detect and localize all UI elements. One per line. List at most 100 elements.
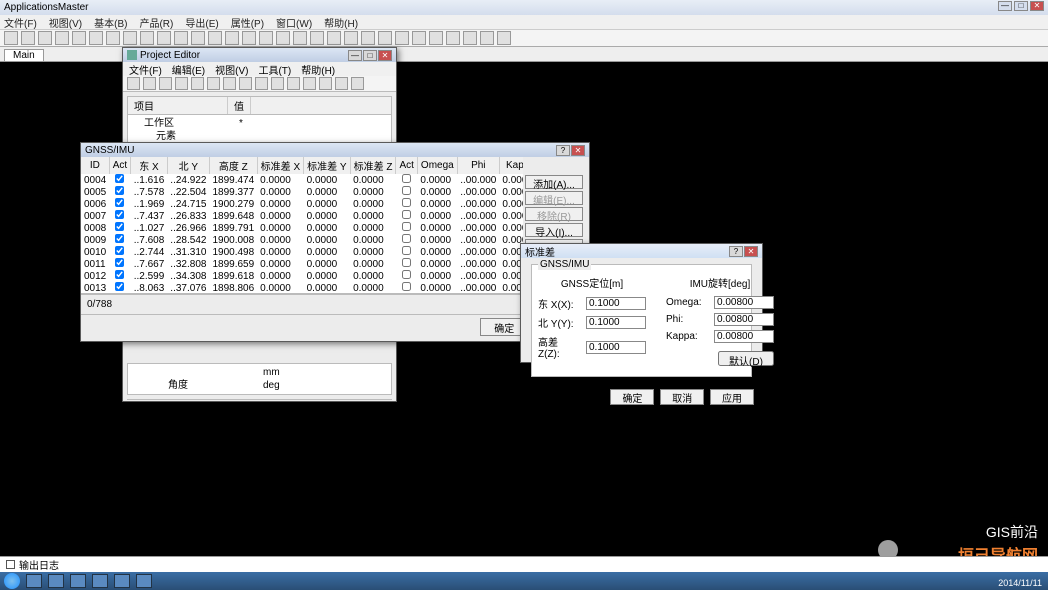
maximize-button[interactable]: □: [1014, 1, 1028, 11]
sd-default-button[interactable]: 默认(D): [718, 351, 774, 366]
pe-tb-icon[interactable]: [255, 77, 268, 90]
pe-menu-view[interactable]: 视图(V): [215, 62, 248, 77]
gnss-act-checkbox[interactable]: [115, 270, 124, 279]
pe-tb-icon[interactable]: [127, 77, 140, 90]
tb-icon[interactable]: [72, 31, 86, 45]
tb-icon[interactable]: [446, 31, 460, 45]
gnss-act-checkbox[interactable]: [115, 198, 124, 207]
tb-icon[interactable]: [259, 31, 273, 45]
menu-window[interactable]: 窗口(W): [276, 15, 312, 30]
minimize-button[interactable]: —: [998, 1, 1012, 11]
pe-menu-file[interactable]: 文件(F): [129, 62, 162, 77]
gnss-act-checkbox[interactable]: [402, 198, 411, 207]
gnss-row[interactable]: 0009..7.608..28.5421900.0080.00000.00000…: [81, 234, 523, 246]
gnss-add-button[interactable]: 添加(A)...: [525, 175, 583, 189]
tb-icon[interactable]: [174, 31, 188, 45]
sd-input-ph[interactable]: [714, 313, 774, 326]
tb-icon[interactable]: [140, 31, 154, 45]
gnss-col-header[interactable]: 东 X: [131, 157, 168, 174]
pe-menu-help[interactable]: 帮助(H): [301, 62, 335, 77]
gnss-act-checkbox[interactable]: [402, 270, 411, 279]
sd-cancel-button[interactable]: 取消: [660, 389, 704, 405]
gnss-row[interactable]: 0004..1.616..24.9221899.4740.00000.00000…: [81, 174, 523, 186]
menu-help[interactable]: 帮助(H): [324, 15, 358, 30]
gnss-row[interactable]: 0005..7.578..22.5041899.3770.00000.00000…: [81, 186, 523, 198]
gnss-col-header[interactable]: 高度 Z: [209, 157, 257, 174]
gnss-act-checkbox[interactable]: [402, 174, 411, 183]
gnss-col-header[interactable]: 标准差 Z: [350, 157, 396, 174]
pe-tb-icon[interactable]: [175, 77, 188, 90]
tb-icon[interactable]: [21, 31, 35, 45]
gnss-act-checkbox[interactable]: [115, 282, 124, 291]
pe-titlebar[interactable]: Project Editor — □ ✕: [123, 48, 396, 62]
main-menubar[interactable]: 文件(F) 视图(V) 基本(B) 产品(R) 导出(E) 属性(P) 窗口(W…: [0, 15, 1048, 29]
sd-apply-button[interactable]: 应用: [710, 389, 754, 405]
pe-tb-icon[interactable]: [271, 77, 284, 90]
pe-menubar[interactable]: 文件(F) 编辑(E) 视图(V) 工具(T) 帮助(H): [123, 62, 396, 76]
sd-input-ex[interactable]: [586, 297, 646, 310]
gnss-act-checkbox[interactable]: [115, 246, 124, 255]
gnss-col-header[interactable]: Omega: [417, 157, 457, 174]
gnss-act-checkbox[interactable]: [402, 234, 411, 243]
gnss-col-header[interactable]: Phi: [457, 157, 499, 174]
gnss-col-header[interactable]: 标准差 Y: [304, 157, 350, 174]
gnss-col-header[interactable]: Act: [109, 157, 130, 174]
tb-icon[interactable]: [327, 31, 341, 45]
tb-icon[interactable]: [480, 31, 494, 45]
tb-icon[interactable]: [55, 31, 69, 45]
tb-icon[interactable]: [344, 31, 358, 45]
close-button[interactable]: ✕: [1030, 1, 1044, 11]
gnss-data-table[interactable]: IDAct东 X北 Y高度 Z标准差 X标准差 Y标准差 ZActOmegaPh…: [81, 157, 523, 294]
gnss-col-header[interactable]: Kappa: [499, 157, 523, 174]
tb-icon[interactable]: [225, 31, 239, 45]
pe-tb-icon[interactable]: [351, 77, 364, 90]
gnss-col-header[interactable]: ID: [81, 157, 109, 174]
tb-icon[interactable]: [157, 31, 171, 45]
sd-input-hz[interactable]: [586, 341, 646, 354]
gnss-col-header[interactable]: Act: [396, 157, 417, 174]
pe-tb-icon[interactable]: [239, 77, 252, 90]
gnss-col-header[interactable]: 标准差 X: [257, 157, 303, 174]
menu-export[interactable]: 导出(E): [185, 15, 218, 30]
tb-icon[interactable]: [208, 31, 222, 45]
gnss-act-checkbox[interactable]: [115, 234, 124, 243]
sd-titlebar[interactable]: 标准差 ? ✕: [521, 244, 762, 258]
gnss-act-checkbox[interactable]: [402, 222, 411, 231]
gnss-row[interactable]: 0008..1.027..26.9661899.7910.00000.00000…: [81, 222, 523, 234]
tb-icon[interactable]: [378, 31, 392, 45]
gnss-act-checkbox[interactable]: [115, 186, 124, 195]
tb-icon[interactable]: [123, 31, 137, 45]
tree-workspace[interactable]: 工作区: [144, 117, 239, 130]
menu-file[interactable]: 文件(F): [4, 15, 37, 30]
taskbar-icon[interactable]: [26, 574, 42, 588]
pe-menu-tool[interactable]: 工具(T): [258, 62, 291, 77]
pe-tb-icon[interactable]: [319, 77, 332, 90]
tb-icon[interactable]: [361, 31, 375, 45]
sd-input-om[interactable]: [714, 296, 774, 309]
pe-tb-icon[interactable]: [143, 77, 156, 90]
tb-icon[interactable]: [395, 31, 409, 45]
tb-icon[interactable]: [412, 31, 426, 45]
menu-product[interactable]: 产品(R): [139, 15, 173, 30]
gnss-edit-button[interactable]: 编辑(E)...: [525, 191, 583, 205]
gnss-act-checkbox[interactable]: [402, 282, 411, 291]
pe-tb-icon[interactable]: [303, 77, 316, 90]
gnss-act-checkbox[interactable]: [402, 210, 411, 219]
tb-icon[interactable]: [497, 31, 511, 45]
gnss-row[interactable]: 0007..7.437..26.8331899.6480.00000.00000…: [81, 210, 523, 222]
pe-tb-icon[interactable]: [207, 77, 220, 90]
tb-icon[interactable]: [463, 31, 477, 45]
pe-tb-icon[interactable]: [159, 77, 172, 90]
gnss-row[interactable]: 0010..2.744..31.3101900.4980.00000.00000…: [81, 246, 523, 258]
tb-icon[interactable]: [191, 31, 205, 45]
gnss-help-button[interactable]: ?: [556, 145, 570, 156]
pe-tb-icon[interactable]: [223, 77, 236, 90]
tb-icon[interactable]: [293, 31, 307, 45]
taskbar-icon[interactable]: [136, 574, 152, 588]
tb-icon[interactable]: [429, 31, 443, 45]
gnss-act-checkbox[interactable]: [115, 222, 124, 231]
gnss-del-button[interactable]: 移除(R): [525, 207, 583, 221]
menu-props[interactable]: 属性(P): [231, 15, 264, 30]
gnss-act-checkbox[interactable]: [115, 174, 124, 183]
pe-max-button[interactable]: □: [363, 50, 377, 61]
